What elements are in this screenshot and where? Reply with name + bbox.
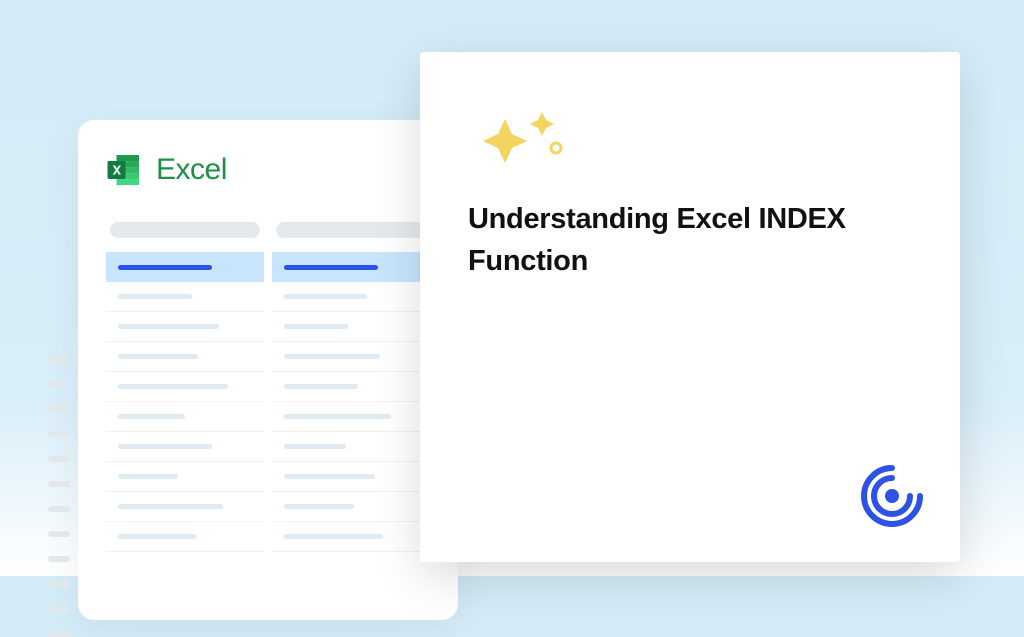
- table-column: [272, 252, 430, 552]
- table-cell: [106, 372, 264, 402]
- sparkle-icon: [468, 102, 588, 172]
- table-cell: [106, 492, 264, 522]
- table-cell: [272, 492, 430, 522]
- table-cell: [272, 402, 430, 432]
- table-cell: [106, 522, 264, 552]
- excel-icon: [106, 152, 142, 188]
- excel-header: Excel: [106, 152, 430, 188]
- row-gutter: [48, 356, 70, 637]
- table-cell: [272, 312, 430, 342]
- table-cell: [272, 462, 430, 492]
- sheet-tab: [276, 222, 426, 238]
- table-cell: [106, 402, 264, 432]
- sheet-tabs: [106, 222, 430, 238]
- excel-document-card: Excel: [78, 120, 458, 620]
- table-cell: [272, 282, 430, 312]
- brand-logo-icon: [860, 464, 924, 528]
- spreadsheet-table: [106, 252, 430, 552]
- table-cell: [106, 312, 264, 342]
- table-cell: [272, 342, 430, 372]
- table-cell: [272, 522, 430, 552]
- table-header-cell: [272, 252, 430, 282]
- title-card: Understanding Excel INDEX Function: [420, 52, 960, 562]
- excel-app-label: Excel: [156, 153, 227, 187]
- table-column: [106, 252, 264, 552]
- table-header-cell: [106, 252, 264, 282]
- table-cell: [272, 372, 430, 402]
- table-cell: [106, 342, 264, 372]
- page-title: Understanding Excel INDEX Function: [468, 198, 912, 282]
- table-cell: [106, 432, 264, 462]
- table-cell: [106, 282, 264, 312]
- table-cell: [106, 462, 264, 492]
- sheet-tab: [110, 222, 260, 238]
- table-cell: [272, 432, 430, 462]
